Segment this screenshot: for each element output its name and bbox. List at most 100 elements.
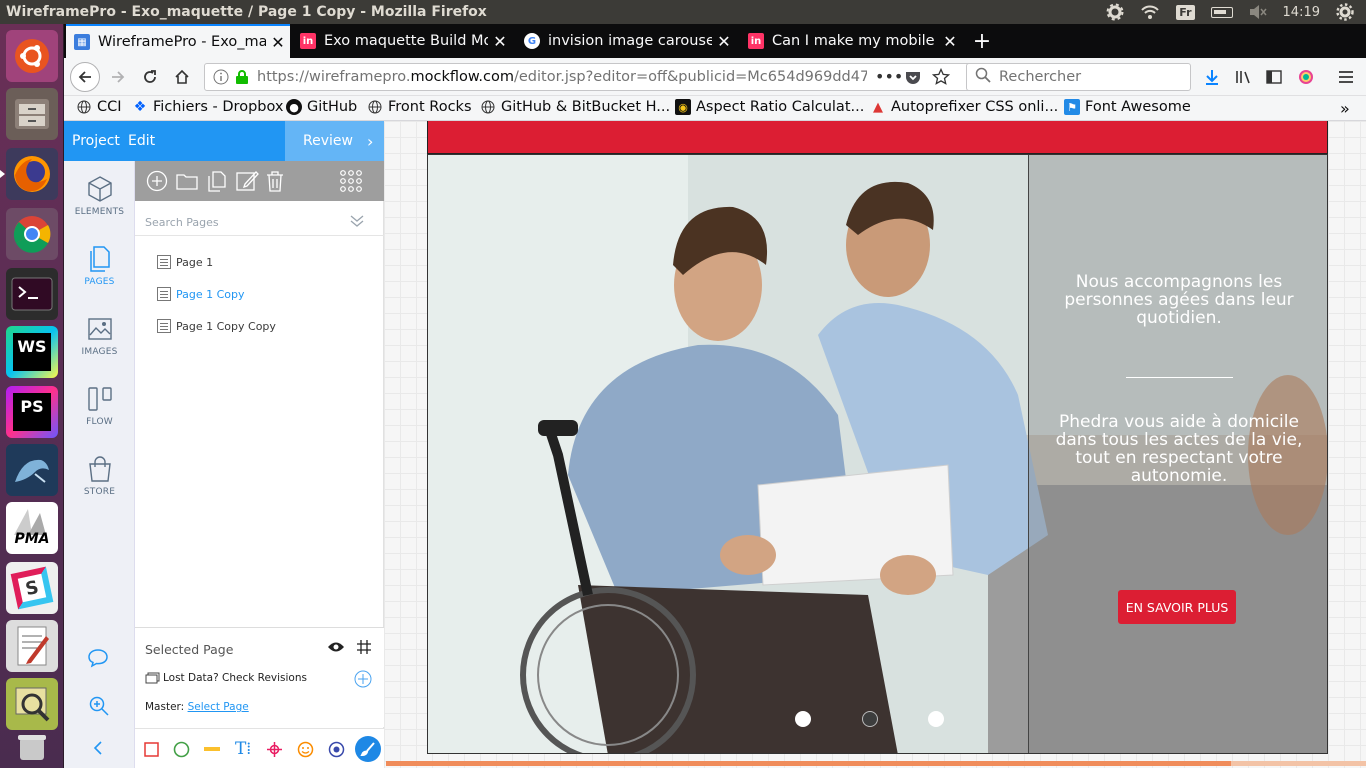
phpstorm-icon[interactable]: PS — [6, 386, 58, 438]
close-tab-icon[interactable]: ✕ — [266, 33, 290, 52]
url-domain: mockflow.com — [410, 69, 514, 85]
bookmark-cci[interactable]: CCI — [76, 99, 122, 115]
rail-store[interactable]: STORE — [64, 455, 135, 497]
duplicate-page-icon[interactable] — [205, 169, 229, 193]
rail-flow[interactable]: FLOW — [64, 385, 135, 427]
page-actions-menu-icon[interactable]: ••• — [875, 67, 903, 86]
bookmark-github-bitbucket[interactable]: GitHub & BitBucket H... — [480, 99, 670, 115]
close-tab-icon[interactable]: ✕ — [712, 32, 736, 51]
review-button[interactable]: Review › — [285, 121, 384, 161]
tab-invision-build[interactable]: in Exo maquette Build Mode ✕ — [292, 24, 512, 58]
bookmark-front-rocks[interactable]: Front Rocks — [367, 99, 472, 115]
eye-icon[interactable] — [327, 640, 345, 654]
rectangle-tool-icon[interactable] — [144, 742, 159, 757]
back-arrow-icon[interactable] — [70, 62, 100, 92]
tab-wireframepro[interactable]: ▦ WireframePro - Exo_maquette ✕ — [66, 24, 290, 58]
add-circle-icon[interactable] — [354, 670, 372, 688]
carousel-dot[interactable] — [795, 711, 811, 727]
phpmyadmin-icon[interactable]: PMA — [6, 502, 58, 554]
brush-tool-icon[interactable] — [355, 736, 381, 762]
settings-gear-icon[interactable] — [1106, 3, 1124, 21]
downloads-icon[interactable] — [1198, 63, 1226, 91]
page-item[interactable]: Page 1 Copy Copy — [157, 319, 276, 333]
slack-icon[interactable]: S — [6, 562, 58, 614]
page-item-active[interactable]: Page 1 Copy — [157, 287, 245, 301]
close-tab-icon[interactable]: ✕ — [938, 32, 962, 51]
keyboard-layout-indicator[interactable]: Fr — [1176, 4, 1195, 20]
rail-pages[interactable]: PAGES — [64, 245, 135, 287]
scrollbar-thumb[interactable] — [386, 761, 1231, 766]
carousel-dot-active[interactable] — [862, 711, 878, 727]
image-viewer-icon[interactable] — [6, 678, 58, 730]
text-editor-icon[interactable] — [6, 620, 58, 672]
volume-muted-icon[interactable] — [1249, 4, 1267, 20]
power-gear-icon[interactable] — [1336, 3, 1354, 21]
clock[interactable]: 14:19 — [1283, 5, 1320, 20]
rail-elements[interactable]: ELEMENTS — [64, 175, 135, 217]
library-icon[interactable] — [1230, 63, 1258, 91]
hamburger-menu-icon[interactable] — [1332, 63, 1360, 91]
bookmark-aspect-ratio[interactable]: ◉ Aspect Ratio Calculat... — [675, 99, 864, 115]
mysql-workbench-icon[interactable] — [6, 444, 58, 496]
bookmarks-overflow-chevron-icon[interactable]: » — [1340, 99, 1350, 118]
tab-invision-support[interactable]: in Can I make my mobile prototype ✕ — [740, 24, 962, 58]
zoom-in-icon[interactable] — [88, 695, 110, 721]
collapse-double-chevron-icon[interactable] — [350, 215, 364, 227]
rail-label: PAGES — [84, 277, 115, 287]
ubuntu-dash-icon[interactable] — [6, 30, 58, 82]
sidebar-toggle-icon[interactable] — [1260, 63, 1288, 91]
site-info-icon[interactable] — [213, 69, 229, 89]
reload-icon[interactable] — [136, 63, 164, 91]
bookmark-star-icon[interactable] — [931, 67, 951, 90]
comments-icon[interactable] — [87, 647, 109, 673]
hotspot-tool-icon[interactable] — [266, 741, 283, 758]
tab-google-search[interactable]: G invision image carousel ✕ — [516, 24, 736, 58]
terminal-icon[interactable] — [6, 268, 58, 320]
grid-icon[interactable] — [356, 639, 372, 655]
bookmark-font-awesome[interactable]: ⚑ Font Awesome — [1064, 99, 1191, 115]
page-item[interactable]: Page 1 — [157, 255, 213, 269]
new-tab-plus-icon[interactable]: + — [967, 24, 997, 58]
emoji-tool-icon[interactable] — [297, 741, 314, 758]
en-savoir-plus-button[interactable]: EN SAVOIR PLUS — [1118, 590, 1236, 624]
firefox-icon[interactable] — [0, 148, 58, 200]
pocket-icon[interactable] — [905, 69, 921, 89]
bookmark-github[interactable]: ● GitHub — [286, 99, 357, 115]
line-tool-icon[interactable] — [204, 747, 220, 752]
mockup-header-bar[interactable] — [427, 121, 1328, 154]
mockup-hero-carousel[interactable]: Nous accompagnons les personnes agées da… — [427, 154, 1328, 754]
bookmark-dropbox[interactable]: ❖ Fichiers - Dropbox — [132, 99, 284, 115]
grid-view-icon[interactable] — [339, 169, 363, 193]
menu-edit[interactable]: Edit — [128, 133, 155, 149]
text-tool-icon[interactable]: T⁞ — [235, 739, 251, 759]
carousel-dot[interactable] — [928, 711, 944, 727]
forward-arrow-icon[interactable] — [104, 63, 132, 91]
trash-icon[interactable] — [6, 730, 58, 764]
delete-page-icon[interactable] — [263, 169, 287, 193]
canvas-horizontal-scrollbar[interactable] — [386, 761, 1366, 766]
rail-images[interactable]: IMAGES — [64, 315, 135, 357]
bookmark-autoprefixer[interactable]: ▲ Autoprefixer CSS onli... — [870, 99, 1058, 115]
folder-icon[interactable] — [175, 169, 199, 193]
shopping-bag-icon — [88, 456, 111, 482]
collapse-left-chevron-icon[interactable] — [91, 739, 105, 761]
search-pages-input[interactable]: Search Pages — [135, 201, 384, 236]
search-bar[interactable]: Rechercher — [966, 63, 1191, 91]
edit-page-icon[interactable] — [235, 169, 259, 193]
color-extension-icon[interactable] — [1292, 63, 1320, 91]
select-master-page-link[interactable]: Select Page — [188, 701, 249, 713]
check-revisions-link[interactable]: Lost Data? Check Revisions — [145, 672, 307, 684]
chrome-icon[interactable] — [6, 208, 58, 260]
home-icon[interactable] — [168, 63, 196, 91]
menu-project[interactable]: Project — [72, 133, 120, 149]
wireframe-canvas[interactable]: Nous accompagnons les personnes agées da… — [384, 121, 1366, 768]
close-tab-icon[interactable]: ✕ — [488, 32, 512, 51]
target-tool-icon[interactable] — [328, 741, 345, 758]
circle-tool-icon[interactable] — [173, 741, 190, 758]
wifi-icon[interactable] — [1140, 4, 1160, 20]
files-icon[interactable] — [6, 88, 58, 140]
add-page-icon[interactable] — [145, 169, 169, 193]
battery-icon[interactable] — [1210, 6, 1233, 18]
webstorm-icon[interactable]: WS — [6, 326, 58, 378]
address-bar[interactable]: https://wireframepro.mockflow.com/editor… — [204, 63, 1028, 91]
